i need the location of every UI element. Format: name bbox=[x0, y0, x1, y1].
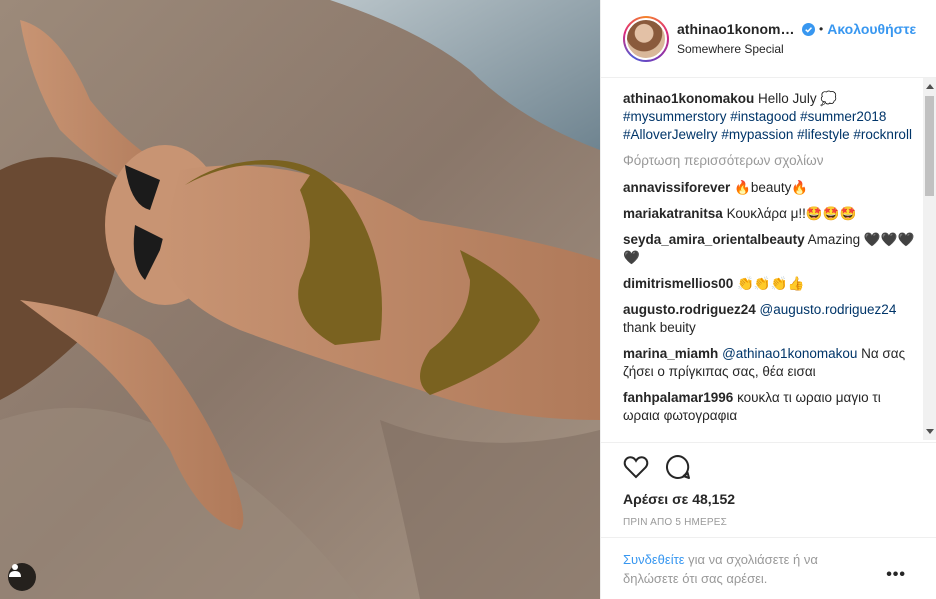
scroll-up-arrow-icon[interactable] bbox=[926, 84, 934, 89]
comments-scrollbar[interactable] bbox=[923, 78, 936, 440]
avatar[interactable] bbox=[623, 15, 669, 62]
caption-username[interactable]: athinao1konomakou bbox=[623, 91, 754, 106]
comment-username[interactable]: seyda_amira_orientalbeauty bbox=[623, 232, 805, 247]
comment: annavissiforever 🔥beauty🔥 bbox=[623, 179, 921, 197]
comment: marina_miamh @athinao1konomakou Να σας ζ… bbox=[623, 345, 921, 381]
comments-list[interactable]: athinao1konomakou Hello July 💭 #mysummer… bbox=[623, 90, 921, 442]
header-username[interactable]: athinao1konoma... bbox=[677, 21, 797, 37]
post-side-panel: athinao1konoma... • Ακολουθήστε Somewher… bbox=[600, 0, 936, 599]
comment-username[interactable]: mariakatranitsa bbox=[623, 206, 723, 221]
follow-button[interactable]: Ακολουθήστε bbox=[827, 21, 916, 37]
person-icon bbox=[9, 564, 21, 577]
hashtag[interactable]: #mysummerstory bbox=[623, 109, 727, 124]
comment-text: thank beuity bbox=[623, 320, 696, 335]
location-link[interactable]: Somewhere Special bbox=[677, 42, 916, 56]
caption-text: Hello July 💭 bbox=[758, 91, 838, 106]
photo-illustration bbox=[0, 0, 600, 599]
post-header: athinao1konoma... • Ακολουθήστε Somewher… bbox=[601, 0, 936, 78]
hashtag[interactable]: #lifestyle bbox=[797, 127, 850, 142]
comment-text: Κουκλάρα μ!!🤩🤩🤩 bbox=[726, 206, 857, 221]
heart-icon[interactable] bbox=[623, 455, 649, 479]
instagram-post: athinao1konoma... • Ακολουθήστε Somewher… bbox=[0, 0, 936, 599]
comment: fanhpalamar1996 κουκλα τι ωραιο μαγιο τι… bbox=[623, 389, 921, 425]
hashtag[interactable]: #mypassion bbox=[721, 127, 793, 142]
comment-username[interactable]: fanhpalamar1996 bbox=[623, 390, 733, 405]
caption: athinao1konomakou Hello July 💭 #mysummer… bbox=[623, 90, 921, 144]
more-options-button[interactable]: ••• bbox=[886, 566, 906, 584]
likes-count[interactable]: Αρέσει σε 48,152 bbox=[623, 491, 936, 507]
post-photo[interactable] bbox=[0, 0, 600, 599]
comment-text: 👏👏👏👍 bbox=[737, 276, 805, 291]
scroll-down-arrow-icon[interactable] bbox=[926, 429, 934, 434]
post-timestamp[interactable]: ΠΡΙΝ ΑΠΟ 5 ΗΜΕΡΕΣ bbox=[623, 517, 936, 528]
verified-badge-icon bbox=[802, 22, 815, 36]
comment-bubble-icon[interactable] bbox=[665, 454, 691, 480]
hashtag[interactable]: #rocknroll bbox=[853, 127, 912, 142]
comment-username[interactable]: annavissiforever bbox=[623, 180, 730, 195]
comment: mariakatranitsa Κουκλάρα μ!!🤩🤩🤩 bbox=[623, 205, 921, 223]
comment-mention[interactable]: @augusto.rodriguez24 bbox=[760, 302, 897, 317]
comment-mention[interactable]: @athinao1konomakou bbox=[722, 346, 857, 361]
comment-username[interactable]: marina_miamh bbox=[623, 346, 718, 361]
load-more-comments-button[interactable]: Φόρτωση περισσότερων σχολίων bbox=[623, 152, 921, 170]
separator-dot: • bbox=[819, 22, 824, 36]
comment-username[interactable]: dimitrismellios00 bbox=[623, 276, 733, 291]
login-link[interactable]: Συνδεθείτε bbox=[623, 552, 685, 567]
comment: dimitrismellios00 👏👏👏👍 bbox=[623, 275, 921, 293]
tagged-user-button[interactable] bbox=[8, 563, 36, 591]
comment-text: 🔥beauty🔥 bbox=[734, 180, 809, 195]
scroll-thumb[interactable] bbox=[925, 96, 934, 196]
hashtag[interactable]: #AlloverJewelry bbox=[623, 127, 718, 142]
comment: augusto.rodriguez24 @augusto.rodriguez24… bbox=[623, 301, 921, 337]
hashtag[interactable]: #instagood bbox=[730, 109, 796, 124]
comment: seyda_amira_orientalbeauty Amazing 🖤🖤🖤🖤 bbox=[623, 231, 921, 267]
hashtag[interactable]: #summer2018 bbox=[800, 109, 886, 124]
comment-username[interactable]: augusto.rodriguez24 bbox=[623, 302, 756, 317]
post-actions: Αρέσει σε 48,152 ΠΡΙΝ ΑΠΟ 5 ΗΜΕΡΕΣ bbox=[601, 442, 936, 528]
